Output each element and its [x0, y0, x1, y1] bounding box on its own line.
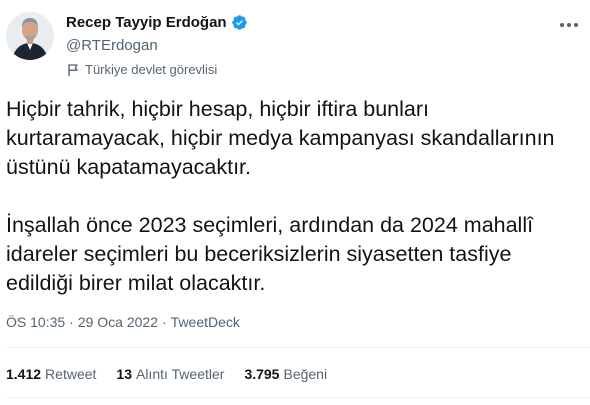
avatar[interactable] [6, 12, 54, 60]
author-handle[interactable]: @RTErdogan [66, 37, 158, 54]
tweet-paragraph: İnşallah önce 2023 seçimleri, ardından d… [6, 213, 534, 295]
likes-label: Beğeni [283, 366, 328, 382]
tweet-time[interactable]: ÖS 10:35 [6, 314, 65, 330]
retweets-stat[interactable]: 1.412 Retweet [6, 366, 96, 382]
quote-tweets-stat[interactable]: 13 Alıntı Tweetler [116, 366, 224, 382]
tweet-card: Recep Tayyip Erdoğan @RTErdogan Türkiye … [0, 0, 590, 405]
tweet-paragraph: Hiçbir tahrik, hiçbir hesap, hiçbir ifti… [6, 97, 555, 179]
flag-icon [68, 63, 78, 76]
quote-tweets-count: 13 [116, 366, 132, 382]
tweet-text: Hiçbir tahrik, hiçbir hesap, hiçbir ifti… [6, 95, 581, 298]
government-label-text: Türkiye devlet görevlisi [85, 62, 218, 77]
divider [6, 347, 590, 348]
tweet-source[interactable]: TweetDeck [171, 314, 240, 330]
meta-separator: · [162, 314, 167, 330]
government-label: Türkiye devlet görevlisi [66, 62, 217, 77]
divider [6, 397, 590, 398]
retweets-label: Retweet [45, 366, 97, 382]
avatar-portrait-icon [6, 12, 54, 60]
likes-stat[interactable]: 3.795 Beğeni [244, 366, 327, 382]
meta-separator: · [69, 314, 74, 330]
tweet-stats: 1.412 Retweet 13 Alıntı Tweetler 3.795 B… [6, 366, 347, 382]
likes-count: 3.795 [244, 366, 280, 382]
more-dot-icon [567, 23, 571, 27]
tweet-meta: ÖS 10:35 · 29 Oca 2022 · TweetDeck [6, 314, 240, 330]
tweet-date[interactable]: 29 Oca 2022 [78, 314, 158, 330]
more-options-button[interactable] [558, 14, 580, 36]
retweets-count: 1.412 [6, 366, 42, 382]
author-name-row: Recep Tayyip Erdoğan [66, 14, 248, 31]
verified-badge-icon [231, 15, 247, 30]
author-display-name[interactable]: Recep Tayyip Erdoğan [66, 14, 227, 31]
quote-tweets-label: Alıntı Tweetler [135, 366, 225, 382]
more-dot-icon [560, 23, 564, 27]
more-dot-icon [574, 23, 578, 27]
